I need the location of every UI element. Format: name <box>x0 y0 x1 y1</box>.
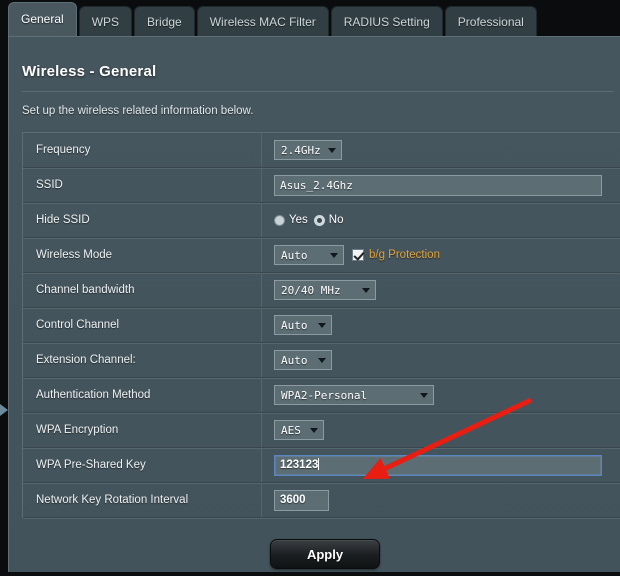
radio-yes-label: Yes <box>289 214 308 226</box>
label-ssid: SSID <box>23 168 262 202</box>
value-control-channel: Auto <box>262 308 620 342</box>
hide-ssid-radio-group: Yes No <box>274 214 343 226</box>
label-wireless-mode: Wireless Mode <box>23 238 262 272</box>
value-wpa-psk: 123123 <box>262 448 620 482</box>
bg-protection-label: b/g Protection <box>369 249 440 261</box>
router-admin-window: General WPS Bridge Wireless MAC Filter R… <box>0 0 620 576</box>
wireless-settings-table: Frequency 2.4GHz SSID Asus_2.4Ghz Hide S… <box>22 132 620 519</box>
value-channel-bandwidth: 20/40 MHz <box>262 273 620 307</box>
content-panel: Wireless - General Set up the wireless r… <box>8 36 620 572</box>
wpa-psk-value: 123123 <box>280 458 319 471</box>
channel-bandwidth-select[interactable]: 20/40 MHz <box>274 280 376 300</box>
row-channel-bandwidth: Channel bandwidth 20/40 MHz <box>23 273 620 309</box>
value-wpa-encryption: AES <box>262 413 620 447</box>
title-divider <box>22 91 614 92</box>
tab-wps[interactable]: WPS <box>78 6 133 36</box>
row-wpa-psk: WPA Pre-Shared Key 123123 <box>23 448 620 484</box>
tab-general[interactable]: General <box>8 2 77 36</box>
row-control-channel: Control Channel Auto <box>23 308 620 344</box>
value-hide-ssid: Yes No <box>262 203 620 237</box>
channel-bandwidth-select-value: 20/40 MHz <box>281 283 341 297</box>
tab-professional[interactable]: Professional <box>444 6 537 36</box>
row-extension-channel: Extension Channel: Auto <box>23 343 620 379</box>
radio-yes-icon[interactable] <box>274 214 285 226</box>
content-panel-inner: Wireless - General Set up the wireless r… <box>9 37 620 572</box>
row-wpa-encryption: WPA Encryption AES <box>23 413 620 449</box>
page-description: Set up the wireless related information … <box>22 105 254 117</box>
label-wpa-psk: WPA Pre-Shared Key <box>23 448 262 482</box>
row-ssid: SSID Asus_2.4Ghz <box>23 168 620 204</box>
key-rotation-input[interactable]: 3600 <box>274 489 329 511</box>
frequency-select[interactable]: 2.4GHz <box>274 140 342 160</box>
value-frequency: 2.4GHz <box>262 133 620 167</box>
chevron-down-icon <box>330 253 338 258</box>
wpa-psk-input[interactable]: 123123 <box>274 454 602 476</box>
extension-channel-select[interactable]: Auto <box>274 350 332 370</box>
row-key-rotation: Network Key Rotation Interval 3600 <box>23 483 620 519</box>
text-caret <box>318 457 320 470</box>
row-authentication-method: Authentication Method WPA2-Personal <box>23 378 620 414</box>
hide-ssid-radio-no[interactable]: No <box>313 214 344 226</box>
ssid-input[interactable]: Asus_2.4Ghz <box>274 174 602 196</box>
control-channel-select-value: Auto <box>281 318 308 332</box>
label-key-rotation: Network Key Rotation Interval <box>23 483 262 517</box>
label-extension-channel: Extension Channel: <box>23 343 262 377</box>
chevron-down-icon <box>420 393 428 398</box>
row-hide-ssid: Hide SSID Yes No <box>23 203 620 239</box>
value-key-rotation: 3600 <box>262 483 620 517</box>
label-channel-bandwidth: Channel bandwidth <box>23 273 262 307</box>
chevron-down-icon <box>318 323 326 328</box>
hide-ssid-radio-yes[interactable]: Yes <box>274 214 308 226</box>
frequency-select-value: 2.4GHz <box>281 143 321 157</box>
wpa-encryption-select-value: AES <box>281 423 301 437</box>
left-rail <box>0 36 8 572</box>
value-ssid: Asus_2.4Ghz <box>262 168 620 202</box>
sidebar-collapse-handle-icon[interactable] <box>0 404 8 416</box>
chevron-down-icon <box>328 148 336 153</box>
label-authentication-method: Authentication Method <box>23 378 262 412</box>
radio-no-icon[interactable] <box>313 214 325 226</box>
tab-wireless-mac-filter[interactable]: Wireless MAC Filter <box>196 6 329 36</box>
row-frequency: Frequency 2.4GHz <box>23 133 620 169</box>
bg-protection-checkbox-row[interactable]: b/g Protection <box>352 249 440 261</box>
value-authentication-method: WPA2-Personal <box>262 378 620 412</box>
apply-button-row: Apply <box>22 539 620 569</box>
label-control-channel: Control Channel <box>23 308 262 342</box>
value-wireless-mode: Auto b/g Protection <box>262 238 620 272</box>
tab-bridge[interactable]: Bridge <box>134 6 195 36</box>
chevron-down-icon <box>318 358 326 363</box>
bg-protection-checkbox[interactable] <box>352 249 364 261</box>
row-wireless-mode: Wireless Mode Auto b/g Protection <box>23 238 620 274</box>
page-title: Wireless - General <box>22 63 157 80</box>
authentication-method-select[interactable]: WPA2-Personal <box>274 385 434 405</box>
wpa-encryption-select[interactable]: AES <box>274 420 324 440</box>
wireless-mode-select-value: Auto <box>281 248 308 262</box>
label-wpa-encryption: WPA Encryption <box>23 413 262 447</box>
value-extension-channel: Auto <box>262 343 620 377</box>
radio-no-label: No <box>328 214 344 226</box>
authentication-method-select-value: WPA2-Personal <box>281 388 368 402</box>
tab-strip: General WPS Bridge Wireless MAC Filter R… <box>0 0 620 36</box>
apply-button[interactable]: Apply <box>270 539 380 569</box>
chevron-down-icon <box>310 428 318 433</box>
chevron-down-icon <box>362 288 370 293</box>
tab-list: General WPS Bridge Wireless MAC Filter R… <box>8 2 539 36</box>
label-hide-ssid: Hide SSID <box>23 203 262 237</box>
tab-radius-setting[interactable]: RADIUS Setting <box>330 6 443 36</box>
wireless-mode-select[interactable]: Auto <box>274 245 344 265</box>
label-frequency: Frequency <box>23 133 262 167</box>
control-channel-select[interactable]: Auto <box>274 315 332 335</box>
extension-channel-select-value: Auto <box>281 353 308 367</box>
